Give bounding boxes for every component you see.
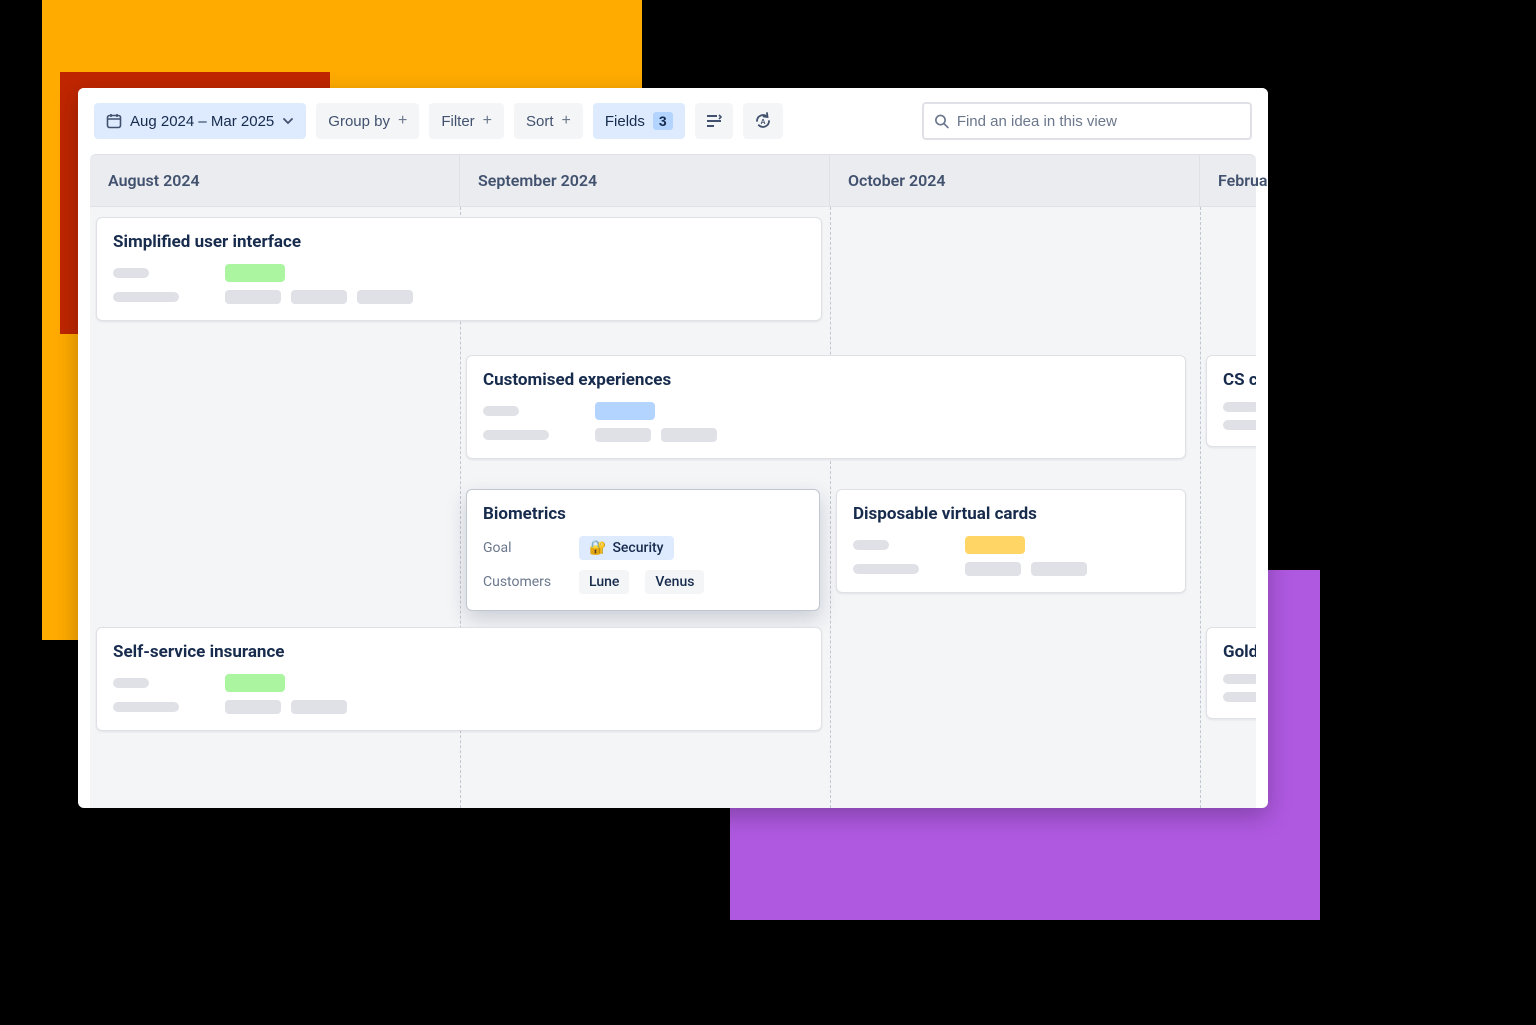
idea-card-customised[interactable]: Customised experiences bbox=[466, 355, 1186, 459]
skeleton bbox=[113, 702, 179, 712]
fields-button[interactable]: Fields 3 bbox=[593, 103, 685, 139]
group-by-button[interactable]: Group by + bbox=[316, 103, 419, 139]
date-range-button[interactable]: Aug 2024 – Mar 2025 bbox=[94, 103, 306, 139]
goal-chip-security[interactable]: 🔐 Security bbox=[579, 536, 674, 560]
skeleton bbox=[853, 540, 889, 550]
roadmap-board: Simplified user interface Customised exp… bbox=[90, 207, 1256, 808]
plus-icon: + bbox=[398, 112, 407, 130]
skeleton bbox=[1223, 674, 1256, 684]
card-title: Disposable virtual cards bbox=[853, 504, 1169, 524]
search-input-wrapper[interactable] bbox=[922, 102, 1252, 140]
toolbar: Aug 2024 – Mar 2025 Group by + Filter + … bbox=[78, 88, 1268, 154]
month-column: February bbox=[1200, 155, 1268, 206]
search-icon bbox=[934, 113, 949, 129]
month-column: September 2024 bbox=[460, 155, 830, 206]
svg-text:A: A bbox=[760, 119, 765, 126]
skeleton-tag bbox=[595, 402, 655, 420]
plus-icon: + bbox=[562, 112, 571, 130]
filter-button[interactable]: Filter + bbox=[429, 103, 504, 139]
date-range-label: Aug 2024 – Mar 2025 bbox=[130, 113, 274, 130]
idea-card-selfservice[interactable]: Self-service insurance bbox=[96, 627, 822, 731]
layout-toggle-button[interactable] bbox=[695, 103, 733, 139]
skeleton-tag bbox=[225, 264, 285, 282]
idea-card-cs[interactable]: CS ch bbox=[1206, 355, 1256, 447]
skeleton-tag bbox=[225, 674, 285, 692]
customer-chip[interactable]: Venus bbox=[645, 570, 704, 594]
card-title: Customised experiences bbox=[483, 370, 1169, 390]
layout-icon bbox=[705, 112, 723, 130]
skeleton bbox=[291, 290, 347, 304]
skeleton bbox=[225, 290, 281, 304]
lock-key-icon: 🔐 bbox=[589, 540, 606, 556]
card-title: CS ch bbox=[1223, 370, 1256, 390]
skeleton bbox=[113, 292, 179, 302]
skeleton bbox=[225, 700, 281, 714]
skeleton bbox=[483, 406, 519, 416]
autosave-icon: A bbox=[753, 111, 773, 131]
gridline bbox=[1200, 207, 1201, 808]
skeleton bbox=[1223, 420, 1256, 430]
card-title: Gold bbox=[1223, 642, 1256, 662]
sort-button[interactable]: Sort + bbox=[514, 103, 583, 139]
sort-label: Sort bbox=[526, 113, 554, 130]
goal-value: Security bbox=[612, 540, 663, 556]
search-input[interactable] bbox=[957, 113, 1240, 130]
skeleton bbox=[1031, 562, 1087, 576]
field-label-goal: Goal bbox=[483, 540, 563, 556]
skeleton bbox=[291, 700, 347, 714]
filter-label: Filter bbox=[441, 113, 474, 130]
skeleton bbox=[965, 562, 1021, 576]
field-label-customers: Customers bbox=[483, 574, 563, 590]
skeleton bbox=[853, 564, 919, 574]
plus-icon: + bbox=[483, 112, 492, 130]
customer-chip[interactable]: Lune bbox=[579, 570, 629, 594]
month-column: August 2024 bbox=[90, 155, 460, 206]
skeleton bbox=[483, 430, 549, 440]
chevron-down-icon bbox=[282, 115, 294, 127]
skeleton bbox=[113, 268, 149, 278]
fields-label: Fields bbox=[605, 113, 645, 130]
card-title: Biometrics bbox=[483, 504, 803, 524]
group-by-label: Group by bbox=[328, 113, 390, 130]
skeleton bbox=[1223, 402, 1256, 412]
skeleton bbox=[661, 428, 717, 442]
skeleton-tag bbox=[965, 536, 1025, 554]
autosave-button[interactable]: A bbox=[743, 103, 783, 139]
idea-card-biometrics[interactable]: Biometrics Goal 🔐 Security Customers Lun… bbox=[466, 489, 820, 611]
month-column: October 2024 bbox=[830, 155, 1200, 206]
timeline-header: August 2024 September 2024 October 2024 … bbox=[90, 154, 1256, 207]
skeleton bbox=[357, 290, 413, 304]
gridline bbox=[830, 207, 831, 808]
card-title: Self-service insurance bbox=[113, 642, 805, 662]
skeleton bbox=[595, 428, 651, 442]
calendar-icon bbox=[106, 113, 122, 129]
idea-card-disposable[interactable]: Disposable virtual cards bbox=[836, 489, 1186, 593]
fields-count-badge: 3 bbox=[653, 112, 673, 130]
idea-card-gold[interactable]: Gold bbox=[1206, 627, 1256, 719]
skeleton bbox=[113, 678, 149, 688]
card-title: Simplified user interface bbox=[113, 232, 805, 252]
idea-card-simplified[interactable]: Simplified user interface bbox=[96, 217, 822, 321]
skeleton bbox=[1223, 692, 1256, 702]
roadmap-app: Aug 2024 – Mar 2025 Group by + Filter + … bbox=[78, 88, 1268, 808]
